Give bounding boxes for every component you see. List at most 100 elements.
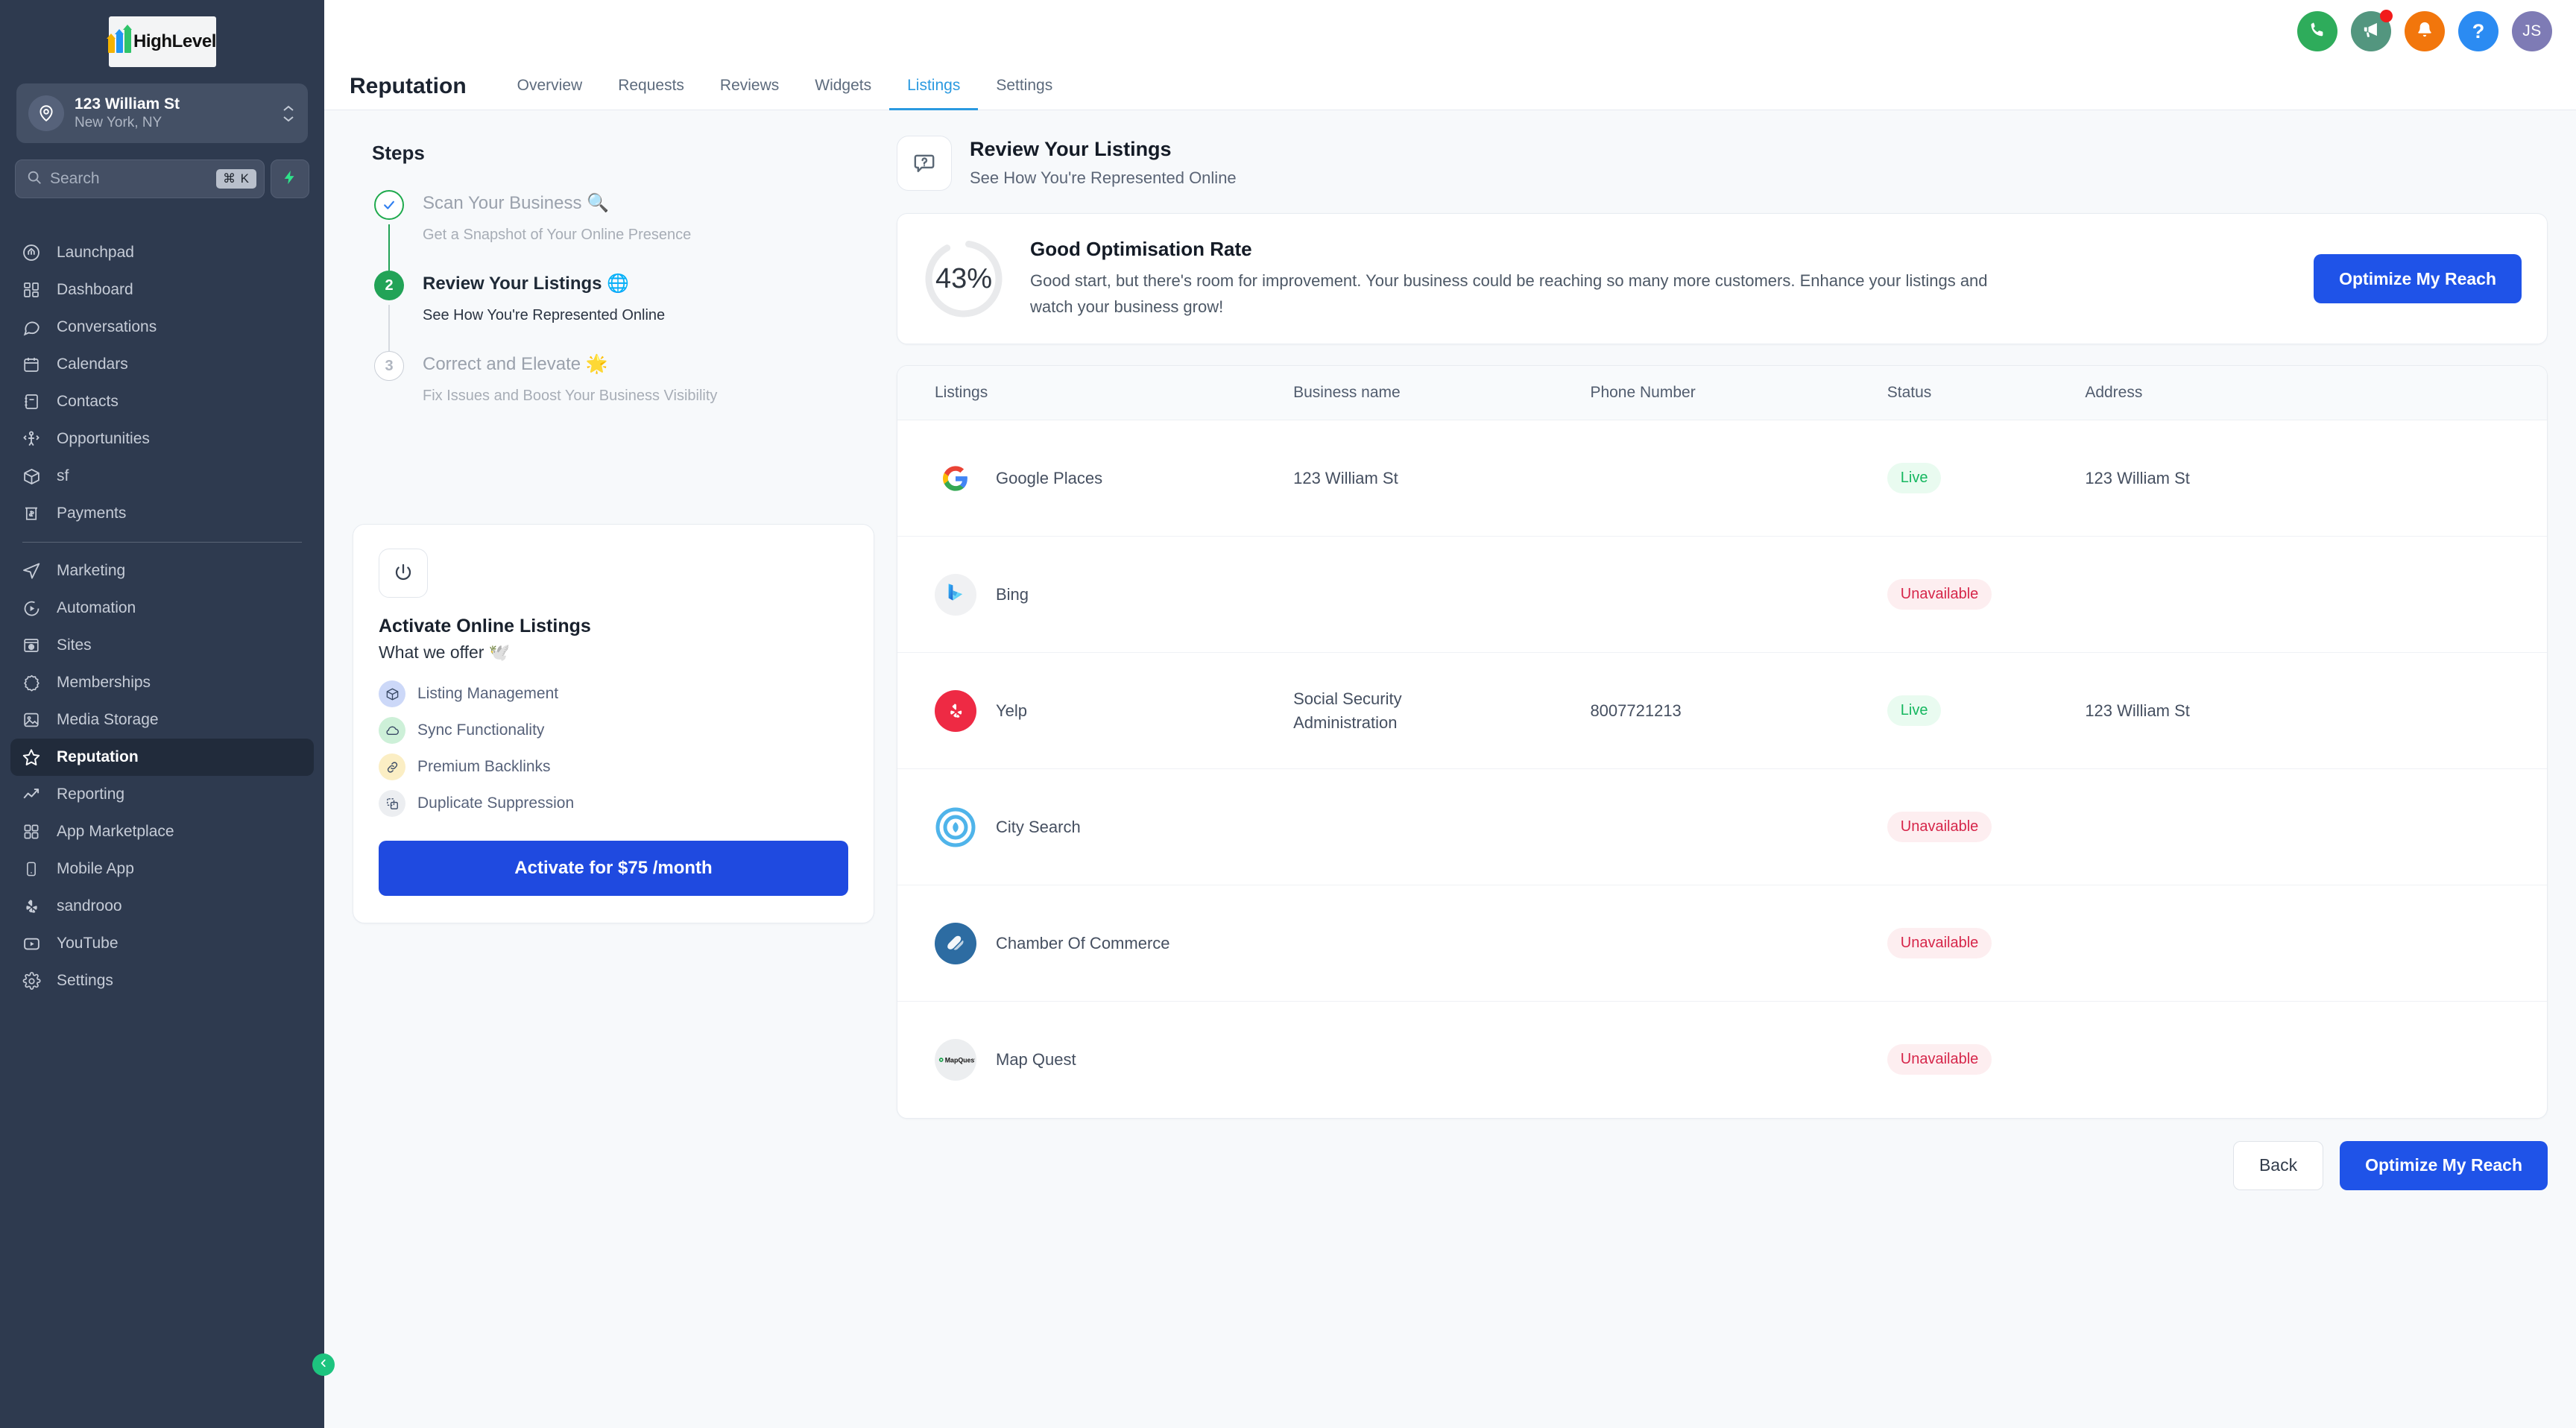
phone-cell <box>1590 885 1887 1002</box>
sidebar-item-calendars[interactable]: Calendars <box>10 346 314 383</box>
sidebar-item-sandrooo[interactable]: sandrooo <box>10 888 314 925</box>
location-switcher[interactable]: 123 William St New York, NY <box>16 83 308 143</box>
collapse-sidebar-button[interactable] <box>312 1353 335 1376</box>
sidebar-item-app-marketplace[interactable]: App Marketplace <box>10 813 314 850</box>
search-placeholder: Search <box>50 170 100 187</box>
activate-card-subtitle: What we offer 🕊️ <box>379 642 511 662</box>
help-button[interactable]: ? <box>2458 11 2498 51</box>
business-name-cell: Social Security Administration <box>1293 689 1402 732</box>
marketing-icon <box>21 560 42 581</box>
sidebar-item-mobile-app[interactable]: Mobile App <box>10 850 314 888</box>
feature-item: Sync Functionality <box>379 717 848 744</box>
sidebar-item-reputation[interactable]: Reputation <box>10 739 314 776</box>
tab-widgets[interactable]: Widgets <box>797 77 889 110</box>
activate-card-title: Activate Online Listings <box>379 616 591 636</box>
sidebar-item-dashboard[interactable]: Dashboard <box>10 271 314 309</box>
column-header-status: Status <box>1887 366 2086 420</box>
step-title: Correct and Elevate 🌟 <box>423 354 608 374</box>
sidebar-item-label: Calendars <box>57 356 128 373</box>
step-item[interactable]: 2 Review Your Listings 🌐 See How You're … <box>372 271 874 351</box>
phone-cell <box>1590 1002 1887 1118</box>
sidebar: HighLevel 123 William St New York, NY Se… <box>0 0 335 1428</box>
power-icon <box>379 549 428 598</box>
status-badge: Live <box>1887 695 1942 726</box>
sidebar-item-media-storage[interactable]: Media Storage <box>10 701 314 739</box>
svg-text:MapQuest: MapQuest <box>945 1056 975 1064</box>
contacts-icon <box>21 391 42 412</box>
activate-button[interactable]: Activate for $75 /month <box>379 841 848 896</box>
phone-cell <box>1590 768 1887 885</box>
question-bubble-icon <box>897 136 952 191</box>
chevron-left-icon <box>318 1358 329 1372</box>
tab-settings[interactable]: Settings <box>978 77 1070 110</box>
table-row[interactable]: Yelp Social Security Administration 8007… <box>897 652 2547 769</box>
sidebar-item-label: Automation <box>57 599 136 616</box>
search-icon <box>26 169 42 189</box>
sidebar-item-marketing[interactable]: Marketing <box>10 552 314 590</box>
listing-name: City Search <box>996 817 1081 836</box>
back-button[interactable]: Back <box>2232 1140 2324 1190</box>
sidebar-item-conversations[interactable]: Conversations <box>10 309 314 346</box>
sidebar-item-automation[interactable]: Automation <box>10 590 314 627</box>
sites-icon <box>21 635 42 656</box>
sidebar-item-label: Opportunities <box>57 430 150 447</box>
optimisation-title: Good Optimisation Rate <box>1030 238 1252 261</box>
listing-name: Chamber Of Commerce <box>996 933 1170 952</box>
sidebar-item-memberships[interactable]: Memberships <box>10 664 314 701</box>
sidebar-item-launchpad[interactable]: Launchpad <box>10 234 314 271</box>
feature-label: Sync Functionality <box>417 721 545 739</box>
review-title: Review Your Listings <box>970 138 1172 160</box>
logo-text: HighLevel <box>133 31 217 51</box>
table-row[interactable]: City Search Unavailable <box>897 768 2547 885</box>
media-storage-icon <box>21 710 42 730</box>
step-item[interactable]: Scan Your Business 🔍 Get a Snapshot of Y… <box>372 190 874 271</box>
notifications-button[interactable] <box>2405 11 2445 51</box>
sidebar-item-label: Reporting <box>57 786 125 803</box>
table-row[interactable]: Chamber Of Commerce Unavailable <box>897 885 2547 1002</box>
address-cell: 123 William St <box>2085 652 2547 769</box>
sidebar-item-sites[interactable]: Sites <box>10 627 314 664</box>
address-cell <box>2085 768 2547 885</box>
youtube-icon <box>21 933 42 954</box>
optimize-my-reach-button-bottom[interactable]: Optimize My Reach <box>2340 1140 2548 1190</box>
sidebar-item-opportunities[interactable]: Opportunities <box>10 420 314 458</box>
sidebar-item-contacts[interactable]: Contacts <box>10 383 314 420</box>
tab-requests[interactable]: Requests <box>600 77 702 110</box>
sidebar-item-reporting[interactable]: Reporting <box>10 776 314 813</box>
quick-actions-button[interactable] <box>271 159 309 198</box>
optimize-my-reach-button-top[interactable]: Optimize My Reach <box>2314 254 2522 303</box>
tab-reviews[interactable]: Reviews <box>702 77 797 110</box>
table-row[interactable]: MapQuest Map Quest Unavailable <box>897 1002 2547 1118</box>
announcements-button[interactable] <box>2351 10 2393 51</box>
launchpad-icon <box>21 242 42 263</box>
search-row: Search ⌘ K <box>15 159 309 198</box>
sidebar-item-label: sf <box>57 467 69 484</box>
calendar-icon <box>21 354 42 375</box>
step-title: Review Your Listings 🌐 <box>423 274 630 294</box>
page-title: Reputation <box>350 74 467 98</box>
sidebar-divider <box>22 542 302 543</box>
sidebar-item-payments[interactable]: Payments <box>10 495 314 532</box>
business-name-cell: 123 William St <box>1293 420 1591 537</box>
address-cell <box>2085 1002 2547 1118</box>
help-icon: ? <box>2472 19 2485 42</box>
status-badge: Unavailable <box>1887 812 1992 842</box>
avatar[interactable]: JS <box>2512 11 2552 51</box>
topbar: ? JS <box>324 0 2576 63</box>
tab-overview[interactable]: Overview <box>499 77 601 110</box>
listing-name: Map Quest <box>996 1049 1076 1069</box>
step-subtitle: Get a Snapshot of Your Online Presence <box>423 227 692 243</box>
sidebar-item-youtube[interactable]: YouTube <box>10 925 314 962</box>
search-input[interactable]: Search ⌘ K <box>15 159 265 198</box>
steps-list: Scan Your Business 🔍 Get a Snapshot of Y… <box>372 190 874 432</box>
citysearch-icon <box>935 806 976 848</box>
sidebar-item-sf[interactable]: sf <box>10 458 314 495</box>
table-row[interactable]: Google Places 123 William St Live 123 Wi… <box>897 420 2547 537</box>
column-header-business-name: Business name <box>1293 366 1591 420</box>
table-row[interactable]: Bing Unavailable <box>897 536 2547 653</box>
status-badge: Unavailable <box>1887 1044 1992 1075</box>
step-item[interactable]: 3 Correct and Elevate 🌟 Fix Issues and B… <box>372 351 874 432</box>
sidebar-item-settings[interactable]: Settings <box>10 962 314 999</box>
phone-button[interactable] <box>2297 11 2337 51</box>
tab-listings[interactable]: Listings <box>889 77 979 110</box>
